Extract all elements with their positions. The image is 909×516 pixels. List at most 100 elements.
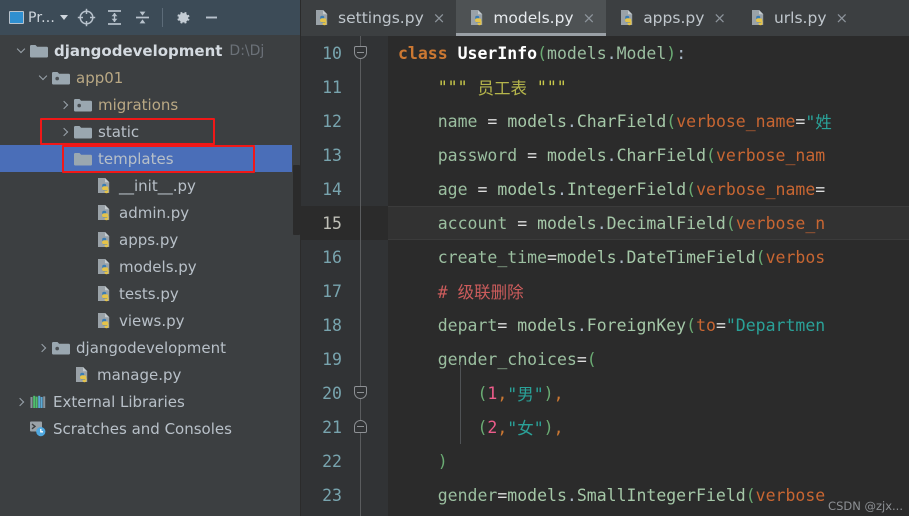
sidebar-scrollbar-thumb[interactable]: [293, 165, 300, 235]
chevron-down-icon[interactable]: [12, 37, 29, 64]
editor-code-area[interactable]: 10 11 12 13 14 15 16 17 18 19 20 21 22 23 class UserI…: [301, 36, 909, 516]
code-token: models: [497, 179, 557, 199]
expand-all-icon[interactable]: [101, 5, 127, 31]
close-icon[interactable]: ×: [581, 10, 598, 27]
fold-rail: [360, 36, 361, 516]
editor-code-content[interactable]: class UserInfo(models. Model): """ 员工表 ""…: [388, 36, 909, 516]
close-icon[interactable]: ×: [711, 10, 728, 27]
python-icon: [95, 204, 113, 222]
chevron-right-icon[interactable]: [56, 91, 73, 118]
collapse-all-icon[interactable]: [129, 5, 155, 31]
gutter-line-22[interactable]: 22: [301, 444, 388, 478]
gutter-line-18[interactable]: 18: [301, 308, 388, 342]
editor-tab-urls-py[interactable]: urls.py ×: [737, 0, 859, 36]
project-view-selector[interactable]: Pr...: [6, 8, 71, 28]
editor-tab-apps-py[interactable]: apps.py ×: [606, 0, 737, 36]
project-file-tree[interactable]: djangodevelopment D:\Dj app01 migrations sta…: [0, 35, 301, 516]
editor-gutter[interactable]: 10 11 12 13 14 15 16 17 18 19 20 21 22 23: [301, 36, 388, 516]
tree-row-scratches-and-consoles[interactable]: Scratches and Consoles: [0, 415, 301, 442]
gutter-line-19[interactable]: 19: [301, 342, 388, 376]
locate-icon[interactable]: [73, 5, 99, 31]
tree-row-app01[interactable]: app01: [0, 64, 301, 91]
tree-row-admin-py[interactable]: admin.py: [0, 199, 301, 226]
chevron-right-icon[interactable]: [56, 118, 73, 145]
editor-tab-bar[interactable]: settings.py × models.py × apps.py × urls.py ×: [301, 0, 909, 36]
gutter-line-11[interactable]: 11: [301, 70, 388, 104]
gutter-line-14[interactable]: 14: [301, 172, 388, 206]
code-line-16[interactable]: create_time = models. DateTimeField(verbos: [388, 240, 909, 274]
code-token: gender_choices: [437, 349, 577, 369]
chevron-down-icon[interactable]: [34, 64, 51, 91]
gutter-line-10[interactable]: 10: [301, 36, 388, 70]
fold-marker-line-21[interactable]: [354, 420, 367, 433]
code-line-11[interactable]: """ 员工表 """: [388, 70, 909, 104]
tree-row-external-libraries[interactable]: External Libraries: [0, 388, 301, 415]
close-icon[interactable]: ×: [834, 10, 851, 27]
tree-row-views-py[interactable]: views.py: [0, 307, 301, 334]
code-token: verbose_n: [735, 213, 826, 233]
code-line-23[interactable]: gender = models. SmallIntegerField(verbose: [388, 478, 909, 512]
code-token: depart: [437, 315, 498, 335]
gutter-line-16[interactable]: 16: [301, 240, 388, 274]
fold-marker-line-20[interactable]: [354, 386, 367, 399]
tree-row-tests-py[interactable]: tests.py: [0, 280, 301, 307]
python-icon: [749, 9, 767, 27]
chevron-right-icon[interactable]: [34, 334, 51, 361]
code-line-13[interactable]: password = models. CharField(verbose_nam: [388, 138, 909, 172]
code-line-17[interactable]: # 级联删除: [388, 274, 909, 308]
code-token: create_time: [437, 247, 548, 267]
code-token: .: [576, 315, 587, 335]
gutter-line-20[interactable]: 20: [301, 376, 388, 410]
code-token: DateTimeField: [626, 247, 756, 267]
chevron-right-icon[interactable]: [12, 388, 29, 415]
tree-row-models-py[interactable]: models.py: [0, 253, 301, 280]
gutter-line-12[interactable]: 12: [301, 104, 388, 138]
code-line-10[interactable]: class UserInfo(models. Model):: [388, 36, 909, 70]
settings-gear-icon[interactable]: [170, 5, 196, 31]
tree-row-manage-py[interactable]: manage.py: [0, 361, 301, 388]
code-token: ,: [497, 417, 508, 437]
tree-row-label: External Libraries: [53, 392, 185, 411]
tree-row-label: djangodevelopment: [54, 41, 223, 60]
code-line-18[interactable]: depart = models. ForeignKey(to = "Departmen: [388, 308, 909, 342]
hide-panel-icon[interactable]: [198, 5, 224, 31]
code-token: 1: [487, 383, 498, 403]
code-token: (: [686, 179, 697, 199]
code-line-20[interactable]: (1, "男"),: [388, 376, 909, 410]
code-line-14[interactable]: age = models. IntegerField(verbose_name =: [388, 172, 909, 206]
tree-row-djangodevelopment[interactable]: djangodevelopment: [0, 334, 301, 361]
editor-tab-models-py[interactable]: models.py ×: [456, 0, 607, 36]
tree-row-migrations[interactable]: migrations: [0, 91, 301, 118]
code-token: models: [556, 247, 617, 267]
fold-marker-line-10[interactable]: [354, 46, 367, 59]
code-line-12[interactable]: name = models. CharField(verbose_name = "姓: [388, 104, 909, 138]
code-line-15[interactable]: account = models. DecimalField(verbose_n: [388, 206, 909, 240]
code-token: verbose_name: [696, 179, 816, 199]
code-token: verbos: [765, 247, 826, 267]
gutter-line-15[interactable]: 15: [301, 206, 388, 240]
code-token: models: [507, 111, 567, 131]
tree-row-djangodevelopment[interactable]: djangodevelopment D:\Dj: [0, 37, 301, 64]
editor-tab-settings-py[interactable]: settings.py ×: [301, 0, 456, 36]
code-line-21[interactable]: (2, "女"),: [388, 410, 909, 444]
code-token: IntegerField: [566, 179, 687, 199]
tree-row-static[interactable]: static: [0, 118, 301, 145]
tree-row-templates[interactable]: templates: [0, 145, 301, 172]
close-icon[interactable]: ×: [431, 10, 448, 27]
code-line-19[interactable]: gender_choices =(: [388, 342, 909, 376]
gutter-line-17[interactable]: 17: [301, 274, 388, 308]
gutter-line-21[interactable]: 21: [301, 410, 388, 444]
tree-row-apps-py[interactable]: apps.py: [0, 226, 301, 253]
gutter-line-13[interactable]: 13: [301, 138, 388, 172]
tree-row--init-py[interactable]: __init__.py: [0, 172, 301, 199]
gutter-line-23[interactable]: 23: [301, 478, 388, 512]
line-number: 23: [322, 485, 342, 505]
code-line-22[interactable]: ): [388, 444, 909, 478]
indent-guide: [460, 362, 461, 444]
code-token: to: [696, 315, 716, 335]
tree-row-label: manage.py: [97, 365, 182, 384]
tree-row-label: admin.py: [119, 203, 190, 222]
code-token: (: [666, 111, 677, 131]
